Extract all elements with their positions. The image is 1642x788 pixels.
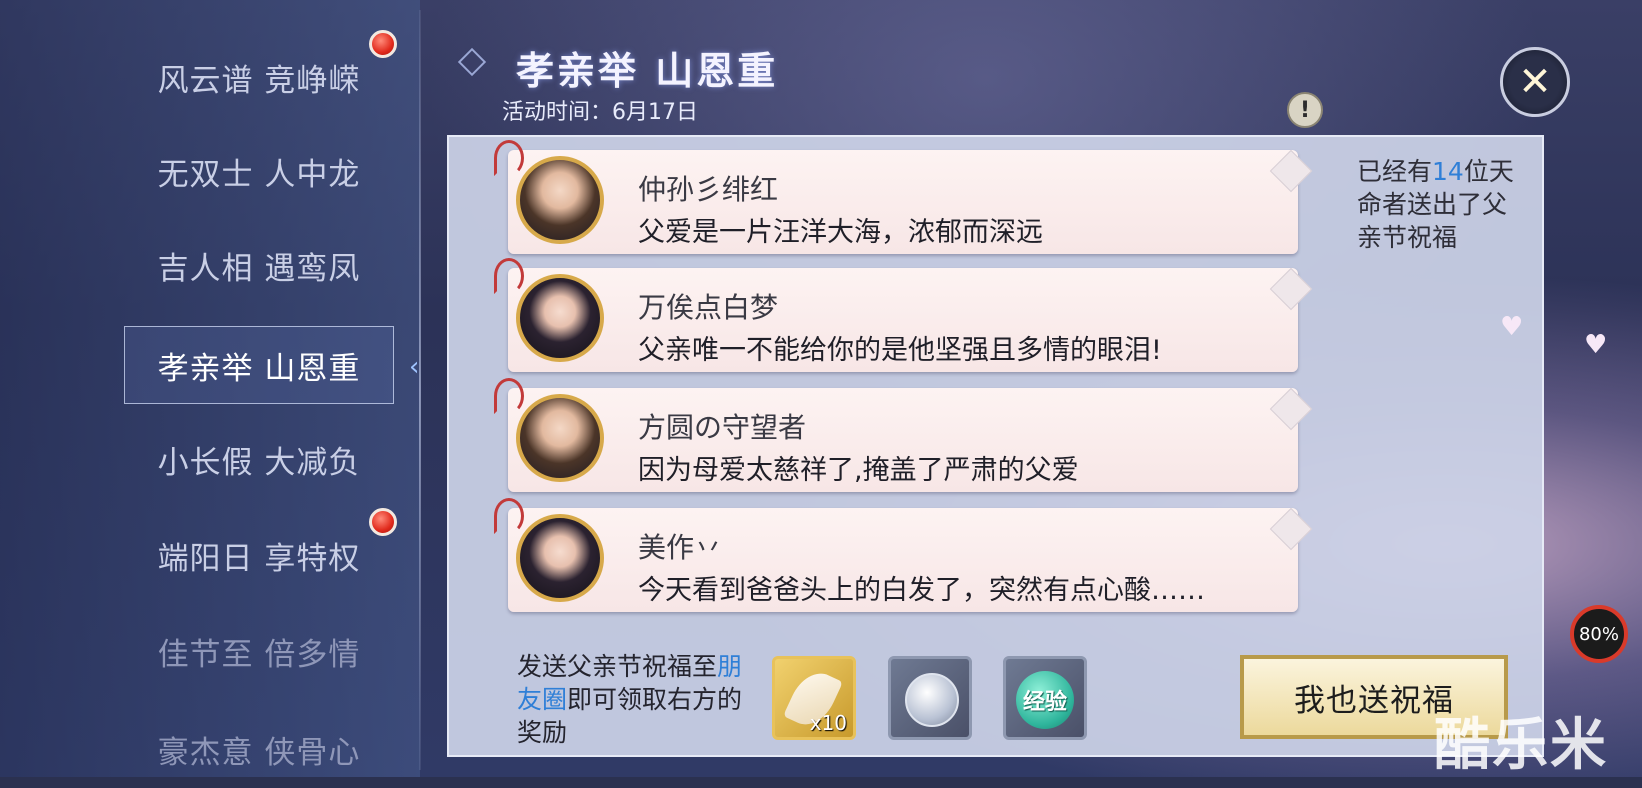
message-text: 父爱是一片汪洋大海，浓郁而深远 [638, 217, 1043, 248]
message-text: 因为母爱太慈祥了,掩盖了严肃的父爱 [638, 455, 1079, 486]
notification-badge [369, 508, 397, 536]
activity-time: 活动时间：6月17日 [502, 100, 698, 125]
list-item: 方圆の守望者 因为母爱太慈祥了,掩盖了严肃的父爱 [494, 378, 1313, 492]
page-title: 孝亲举 山恩重 [516, 49, 779, 93]
clip-icon [494, 258, 524, 294]
reward-item-feather[interactable]: x10 [772, 656, 856, 740]
fold-icon [1269, 267, 1313, 311]
sidebar-item-haojieyi[interactable]: 豪杰意 侠骨心 [124, 710, 394, 788]
blessing-count-note: 已经有14位天命者送出了父亲节祝福 [1357, 155, 1517, 254]
sidebar-item-label: 佳节至 倍多情 [157, 636, 361, 673]
sidebar-item-label: 豪杰意 侠骨心 [157, 734, 361, 771]
message-list[interactable]: 仲孙彡绯红 父爱是一片汪洋大海，浓郁而深远 万俟点白梦 父亲唯一不能给你的是他坚… [480, 140, 1326, 630]
item-quantity: x10 [809, 711, 847, 735]
reward-text-a: 发送父亲节祝福至 [517, 652, 718, 681]
sidebar-item-label: 风云谱 竞峥嵘 [157, 62, 361, 99]
active-indicator-icon: ‹ [409, 352, 420, 382]
sender-name: 方圆の守望者 [638, 411, 807, 444]
fold-icon [1269, 149, 1313, 193]
list-item: 万俟点白梦 父亲唯一不能给你的是他坚强且多情的眼泪! [494, 258, 1313, 372]
avatar[interactable] [516, 394, 604, 482]
note-prefix: 已经有 [1357, 157, 1433, 186]
sidebar-divider [419, 10, 421, 770]
exp-label: 经验 [1022, 690, 1067, 715]
sidebar-item-xiaoqinju[interactable]: 孝亲举 山恩重 [124, 326, 394, 404]
avatar[interactable] [516, 156, 604, 244]
list-item: 美作丷 今天看到爸爸头上的白发了，突然有点心酸…… [494, 498, 1313, 612]
avatar[interactable] [516, 274, 604, 362]
reward-item-coin[interactable] [888, 656, 972, 740]
info-icon[interactable]: ! [1287, 92, 1323, 128]
sidebar-item-jiajiezhi[interactable]: 佳节至 倍多情 [124, 612, 394, 690]
sidebar-item-label: 端阳日 享特权 [157, 540, 361, 577]
message-text: 父亲唯一不能给你的是他坚强且多情的眼泪! [638, 335, 1162, 366]
sidebar-item-label: 孝亲举 山恩重 [157, 350, 361, 387]
sidebar-item-duanyangri[interactable]: 端阳日 享特权 [124, 516, 394, 594]
list-item: 仲孙彡绯红 父爱是一片汪洋大海，浓郁而深远 [494, 140, 1313, 254]
sidebar-item-label: 吉人相 遇鸾凤 [157, 250, 361, 287]
sidebar-item-fengyunpu[interactable]: 风云谱 竞峥嵘 [124, 38, 394, 116]
message-text: 今天看到爸爸头上的白发了，突然有点心酸…… [638, 575, 1205, 606]
note-count: 14 [1432, 157, 1464, 186]
sender-name: 美作丷 [638, 531, 723, 564]
sidebar-item-label: 无双士 人中龙 [157, 156, 361, 193]
close-button[interactable]: ✕ [1500, 47, 1570, 117]
cpu-usage-badge: 80% [1570, 605, 1628, 663]
fold-icon [1269, 507, 1313, 551]
clip-icon [494, 378, 524, 414]
notification-badge [369, 30, 397, 58]
sidebar-item-xiaochangjia[interactable]: 小长假 大减负 [124, 420, 394, 498]
sidebar: 风云谱 竞峥嵘 无双士 人中龙 吉人相 遇鸾凤 孝亲举 山恩重 小长假 大减负 … [0, 0, 420, 777]
heart-icon: ♥ [1584, 330, 1608, 360]
fold-icon [1269, 387, 1313, 431]
reward-item-exp[interactable]: 经验 [1003, 656, 1087, 740]
reward-description: 发送父亲节祝福至朋友圈即可领取右方的奖励 [517, 650, 747, 749]
sidebar-item-label: 小长假 大减负 [157, 444, 361, 481]
exp-icon: 经验 [1016, 671, 1074, 729]
sender-name: 仲孙彡绯红 [638, 173, 779, 206]
close-icon: ✕ [1518, 59, 1552, 105]
avatar[interactable] [516, 514, 604, 602]
sidebar-item-wushuangshi[interactable]: 无双士 人中龙 [124, 132, 394, 210]
heart-icon: ♥ [1500, 312, 1524, 342]
clip-icon [494, 140, 524, 176]
clip-icon [494, 498, 524, 534]
sender-name: 万俟点白梦 [638, 291, 779, 324]
sidebar-item-jirenxiang[interactable]: 吉人相 遇鸾凤 [124, 226, 394, 304]
silver-coin-icon [905, 673, 959, 727]
watermark: 酷乐米 [1434, 713, 1608, 778]
